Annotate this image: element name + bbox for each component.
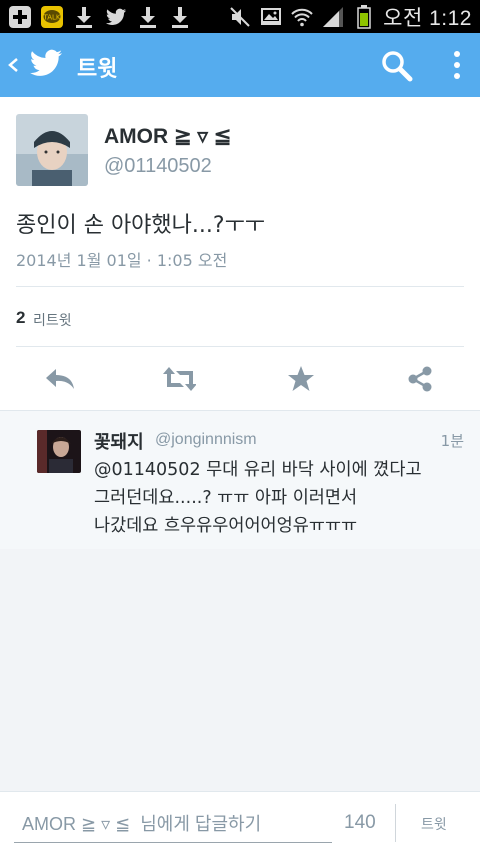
retweet-icon[interactable] [162, 364, 196, 394]
retweet-count-label[interactable]: 리트윗 [33, 310, 72, 330]
clock: 오전 1:12 [383, 6, 472, 30]
tweet-text: 종인이 손 아야했나...?ㅜㅜ [16, 213, 266, 238]
avatar[interactable] [16, 114, 88, 186]
reply-tweet[interactable]: 꽃돼지 @jonginnnism 1분 @01140502 무대 유리 바닥 사… [0, 411, 480, 549]
reply-author-handle[interactable]: @jonginnnism [155, 431, 257, 449]
gallery-icon [259, 5, 283, 29]
author-name[interactable]: AMOR ≧ ▿ ≦ [104, 124, 231, 149]
compose-bar: 140 트윗 [0, 791, 480, 853]
download-icon [136, 5, 160, 29]
favorite-icon[interactable] [284, 364, 318, 394]
tweet-detail: AMOR ≧ ▿ ≦ @01140502 종인이 손 아야했나...?ㅜㅜ 20… [0, 97, 480, 411]
tweet-timestamp: 2014년 1월 01일 · 1:05 오전 [16, 251, 228, 270]
search-icon[interactable] [380, 49, 414, 83]
reply-text-line: 나갔데요 흐우유우어어어엉유ㅠㅠㅠ [94, 516, 358, 536]
signal-icon [321, 5, 345, 29]
page-title: 트윗 [77, 57, 118, 82]
reply-avatar[interactable] [37, 430, 81, 473]
retweet-count[interactable]: 2 [16, 308, 25, 328]
action-bar: 트윗 [0, 33, 480, 97]
download-icon [72, 5, 96, 29]
author-handle[interactable]: @01140502 [104, 155, 212, 178]
char-counter: 140 [344, 812, 376, 833]
svg-text:TALK: TALK [42, 14, 60, 22]
send-tweet-button[interactable]: 트윗 [421, 814, 447, 834]
divider [16, 346, 464, 347]
twitter-icon [104, 5, 128, 29]
status-bar: TALK 오전 1:12 [0, 0, 480, 33]
reply-input[interactable] [14, 807, 332, 843]
share-icon[interactable] [403, 364, 437, 394]
back-chevron-icon[interactable] [6, 51, 20, 79]
reply-author-name[interactable]: 꽃돼지 [94, 428, 144, 454]
divider [16, 286, 464, 287]
divider [395, 804, 396, 842]
twitter-logo-icon[interactable] [28, 48, 64, 80]
kakaotalk-icon: TALK [40, 5, 64, 29]
reply-icon[interactable] [43, 364, 77, 394]
plus-icon [8, 5, 32, 29]
reply-timestamp: 1분 [440, 432, 464, 450]
overflow-menu-icon[interactable] [448, 47, 466, 83]
mute-icon [228, 5, 252, 29]
reply-text-line: @01140502 무대 유리 바닥 사이에 꼈다고 [94, 460, 422, 480]
battery-icon [352, 4, 376, 29]
reply-text-line: 그러던데요.....? ㅠㅠ 아파 이러면서 [94, 488, 358, 508]
wifi-icon [290, 5, 314, 29]
download-icon [168, 5, 192, 29]
